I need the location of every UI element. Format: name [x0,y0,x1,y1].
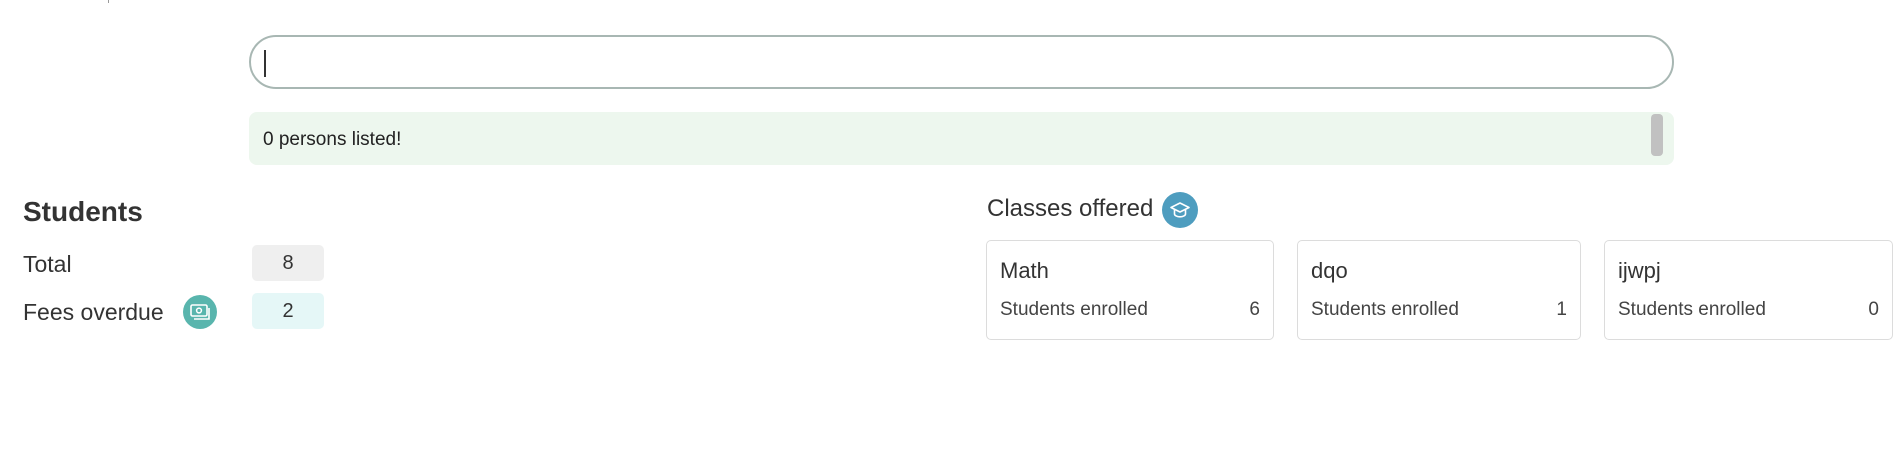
students-enrolled-count: 6 [1249,299,1260,320]
search-box[interactable] [249,35,1674,89]
divider-tick [108,0,109,3]
total-count-badge: 8 [252,245,324,281]
scrollbar-thumb[interactable] [1651,114,1663,156]
classes-heading: Classes offered [987,195,1154,222]
students-enrolled-label: Students enrolled [1618,299,1766,320]
students-enrolled-label: Students enrolled [1000,299,1148,320]
graduation-cap-icon [1162,192,1198,228]
class-name: ijwpj [1618,258,1661,283]
status-message: 0 persons listed! [263,129,402,150]
students-enrolled-label: Students enrolled [1311,299,1459,320]
students-enrolled-count: 1 [1556,299,1567,320]
text-caret [264,50,266,77]
status-banner: 0 persons listed! [249,112,1674,165]
fees-overdue-count-badge: 2 [252,293,324,329]
class-card[interactable]: ijwpj Students enrolled 0 [1604,240,1893,340]
fees-overdue-label: Fees overdue [23,299,164,325]
class-name: dqo [1311,258,1348,283]
class-name: Math [1000,258,1049,283]
class-card[interactable]: dqo Students enrolled 1 [1297,240,1581,340]
total-label: Total [23,251,72,277]
students-heading: Students [23,196,143,227]
money-icon [183,295,217,329]
students-enrolled-count: 0 [1868,299,1879,320]
class-card[interactable]: Math Students enrolled 6 [986,240,1274,340]
search-input[interactable] [263,43,1658,81]
